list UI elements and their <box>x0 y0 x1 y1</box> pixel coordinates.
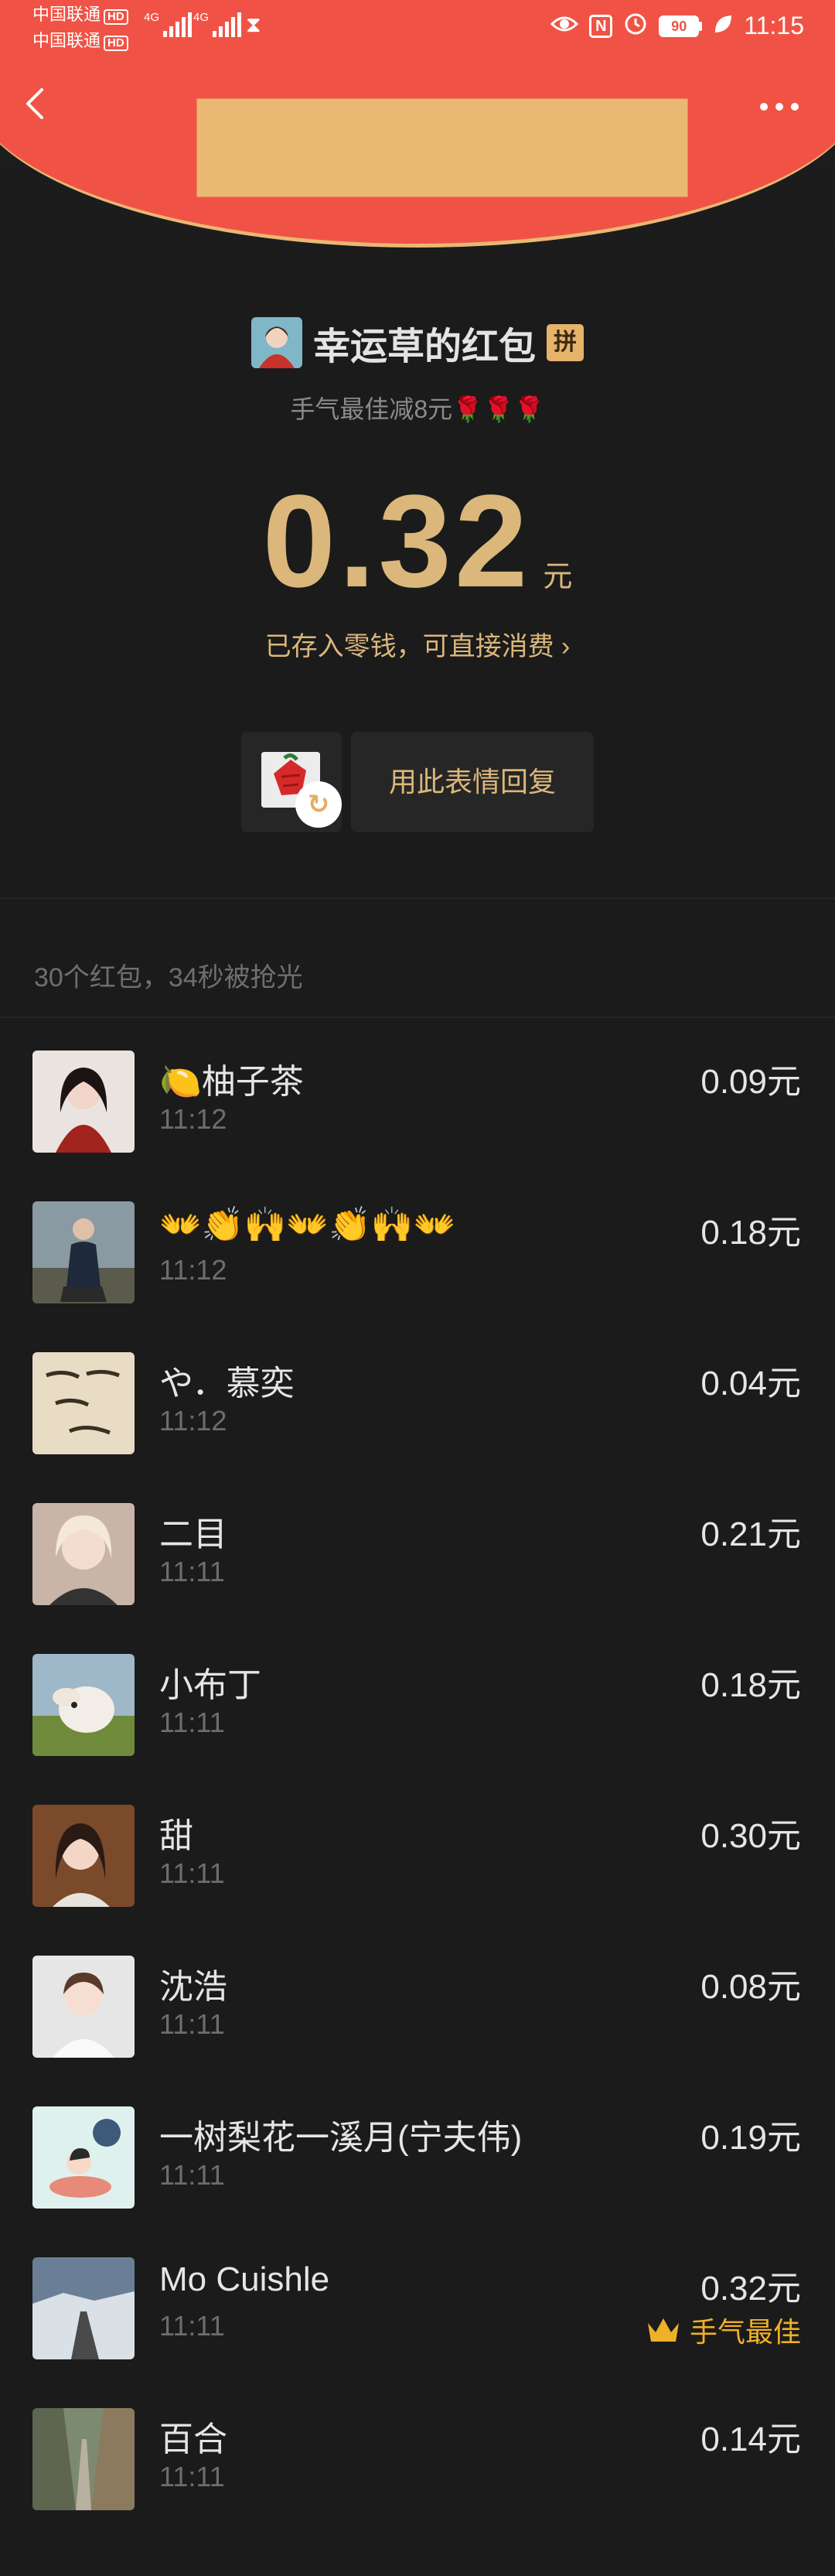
sticker-preview[interactable]: ↻ <box>241 732 342 832</box>
group-packet-badge: 拼 <box>547 324 584 361</box>
receiver-amount: 0.19元 <box>700 2119 801 2157</box>
sender-avatar[interactable] <box>250 317 302 368</box>
receiver-name: 百合 <box>159 2421 227 2458</box>
back-button[interactable] <box>19 80 53 127</box>
receive-time: 11:11 <box>159 2461 225 2492</box>
receiver-name: 🍋柚子茶 <box>159 1063 304 1101</box>
signal-icon-1: 4G <box>144 11 193 37</box>
receive-time: 11:11 <box>159 2310 225 2342</box>
status-icons: N 90 11:15 <box>550 11 804 41</box>
sender-title: 幸运草的红包 <box>312 326 536 367</box>
carrier-2: 中国联通 HD <box>32 29 128 53</box>
receiver-name: 沈浩 <box>159 1968 227 2006</box>
receiver-list: 🍋柚子茶 11:12 0.09元 👐👏🙌👐👏🙌👐 11:12 0.18元 や．慕… <box>0 1047 835 2556</box>
receive-time: 11:12 <box>159 1103 227 1135</box>
more-options-button[interactable] <box>748 90 810 124</box>
hd-badge-2: HD <box>104 36 128 51</box>
avatar <box>32 1503 135 1605</box>
receiver-name: 小布丁 <box>159 1666 261 1704</box>
list-item[interactable]: 🍋柚子茶 11:12 0.09元 <box>0 1047 835 1198</box>
hd-badge-1: HD <box>104 9 128 25</box>
receiver-amount: 0.08元 <box>700 1968 801 2006</box>
receiver-name: 一树梨花一溪月(宁夫伟) <box>159 2119 523 2157</box>
avatar <box>32 2408 135 2510</box>
received-amount: 0.32 元 <box>0 472 835 611</box>
carrier-1: 中国联通 HD <box>32 3 128 26</box>
section-divider <box>0 897 835 899</box>
receive-time: 11:11 <box>159 1707 225 1738</box>
alarm-icon <box>623 11 648 41</box>
receiver-amount: 0.09元 <box>700 1063 801 1101</box>
refresh-icon[interactable]: ↻ <box>295 781 342 828</box>
receiver-name: や．慕奕 <box>159 1365 295 1402</box>
reply-with-sticker-button[interactable]: 用此表情回复 <box>351 732 594 832</box>
receiver-amount: 0.32元 <box>700 2270 801 2308</box>
receive-time: 11:12 <box>159 1405 227 1437</box>
list-divider <box>0 1016 835 1018</box>
list-item[interactable]: 百合 11:11 0.14元 <box>0 2405 835 2556</box>
avatar <box>32 2257 135 2359</box>
carrier-2-label: 中国联通 <box>32 31 101 50</box>
receiver-name: 👐👏🙌👐👏🙌👐 <box>159 1206 456 1244</box>
receiver-amount: 0.18元 <box>700 1666 801 1704</box>
receive-time: 11:11 <box>159 1556 225 1587</box>
list-item[interactable]: や．慕奕 11:12 0.04元 <box>0 1349 835 1500</box>
receiver-amount: 0.14元 <box>700 2421 801 2458</box>
receiver-amount: 0.21元 <box>700 1515 801 1553</box>
avatar <box>32 2106 135 2209</box>
signal-icon-2: 4G <box>193 11 242 37</box>
receive-time: 11:11 <box>159 2008 225 2040</box>
receive-time: 11:12 <box>159 1254 227 1286</box>
status-bar: 中国联通 HD 中国联通 HD 4G 4G ⧗ N 90 11:15 <box>0 0 835 56</box>
packet-summary: 30个红包，34秒被抢光 <box>34 963 303 992</box>
receive-time: 11:11 <box>159 1857 225 1889</box>
amount-unit: 元 <box>543 561 573 593</box>
eye-icon <box>550 12 579 40</box>
receive-time: 11:11 <box>159 2159 225 2191</box>
list-item[interactable]: 一树梨花一溪月(宁夫伟) 11:11 0.19元 <box>0 2103 835 2254</box>
best-luck-label: 手气最佳 <box>689 2316 801 2348</box>
battery-level: 90 <box>659 15 700 37</box>
receiver-name: 二目 <box>159 1515 227 1553</box>
amount-value: 0.32 <box>262 468 531 615</box>
crown-icon <box>647 2318 679 2342</box>
carrier-1-label: 中国联通 <box>32 5 101 24</box>
list-item[interactable]: Mo Cuishle 11:11 0.32元 手气最佳 <box>0 2254 835 2405</box>
leaf-icon <box>713 12 733 40</box>
receiver-amount: 0.30元 <box>700 1817 801 1855</box>
red-packet-detail-page: 中国联通 HD 中国联通 HD 4G 4G ⧗ N 90 11:15 幸运草的红… <box>0 0 835 2576</box>
network-type-2: 4G <box>193 11 210 24</box>
network-type-1: 4G <box>144 11 160 24</box>
avatar <box>32 1654 135 1756</box>
chevron-left-icon <box>26 88 43 119</box>
nfc-icon: N <box>589 14 613 38</box>
avatar <box>32 1805 135 1907</box>
hourglass-icon: ⧗ <box>246 12 261 36</box>
change-wallet-link[interactable]: 已存入零钱，可直接消费 › <box>0 625 835 663</box>
avatar <box>32 1201 135 1303</box>
receiver-name: Mo Cuishle <box>159 2260 330 2298</box>
receiver-name: 甜 <box>159 1817 193 1855</box>
avatar <box>32 1051 135 1153</box>
receiver-amount: 0.04元 <box>700 1365 801 1402</box>
list-item[interactable]: 甜 11:11 0.30元 <box>0 1802 835 1952</box>
list-item[interactable]: 沈浩 11:11 0.08元 <box>0 1952 835 2103</box>
best-luck-badge: 手气最佳 <box>646 2310 801 2350</box>
list-item[interactable]: 二目 11:11 0.21元 <box>0 1500 835 1651</box>
list-item[interactable]: 小布丁 11:11 0.18元 <box>0 1651 835 1802</box>
list-item[interactable]: 👐👏🙌👐👏🙌👐 11:12 0.18元 <box>0 1198 835 1349</box>
avatar <box>32 1352 135 1454</box>
sender-row: 幸运草的红包 拼 <box>0 316 835 370</box>
status-time: 11:15 <box>744 12 804 39</box>
blessing-text: 手气最佳减8元🌹🌹🌹 <box>290 395 545 423</box>
receiver-amount: 0.18元 <box>700 1214 801 1252</box>
battery-icon: 90 <box>659 15 703 37</box>
avatar <box>32 1956 135 2058</box>
